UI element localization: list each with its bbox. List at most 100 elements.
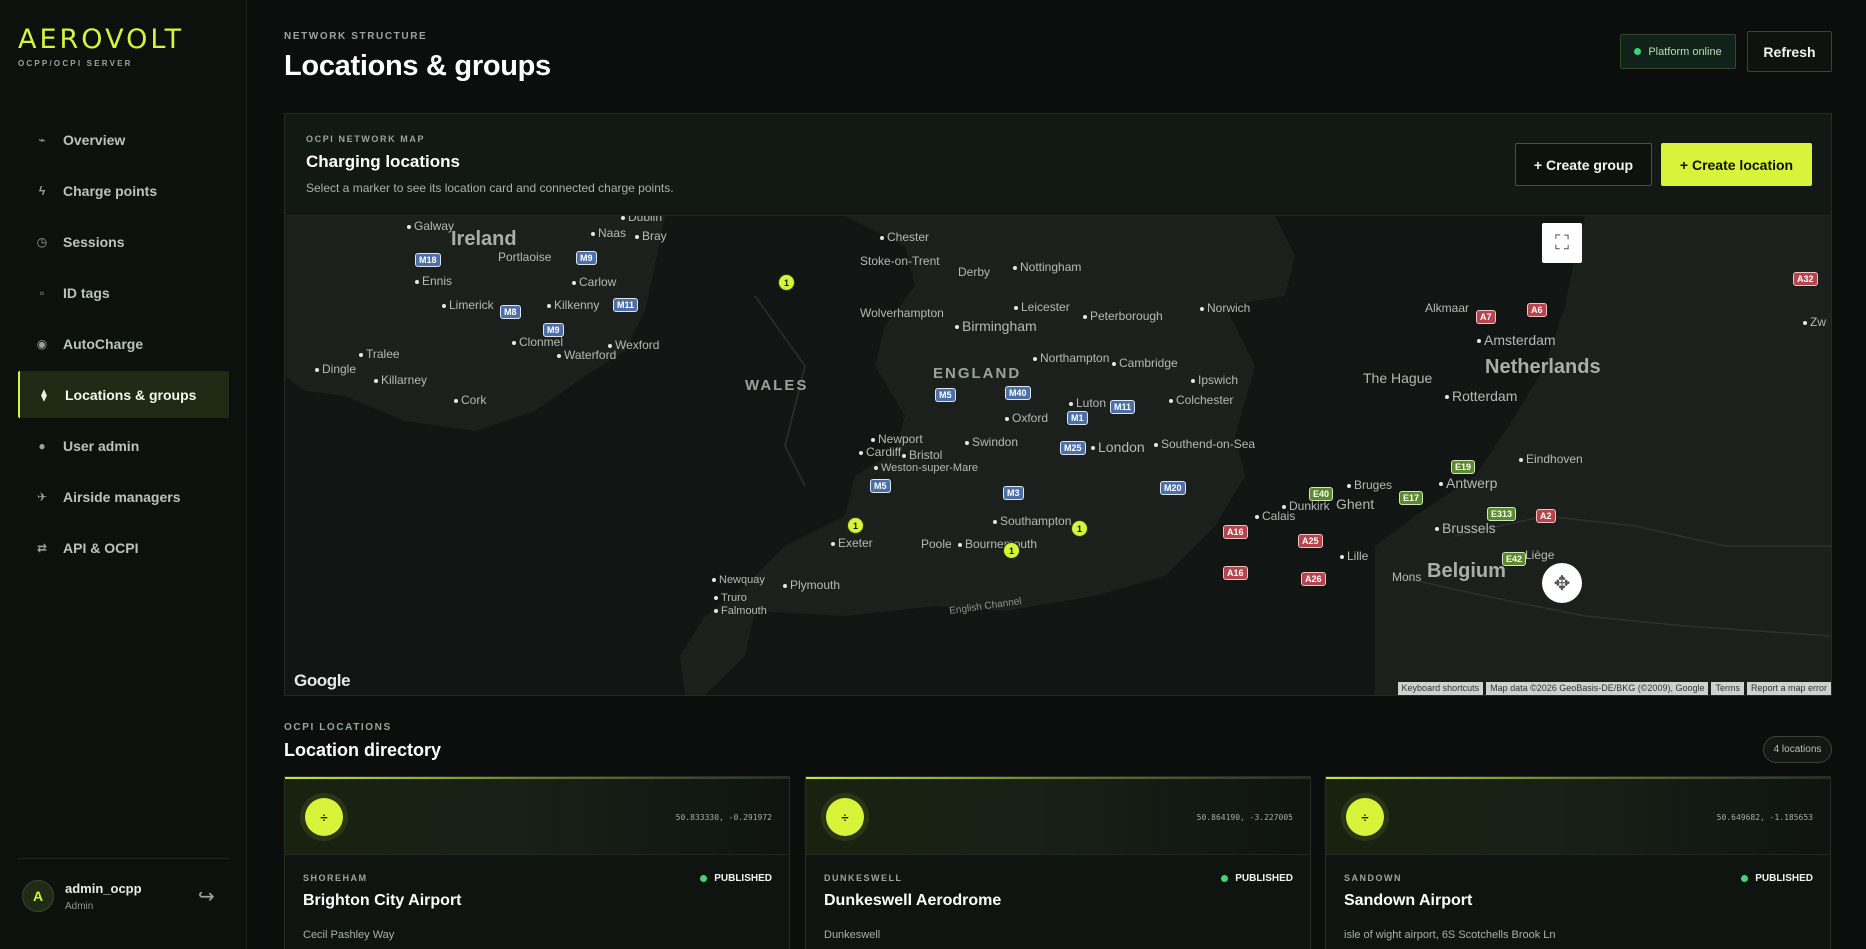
refresh-button[interactable]: Refresh (1747, 31, 1832, 72)
map-label-galway: Galway (407, 219, 454, 233)
bolt-icon: ϟ (38, 183, 46, 198)
status-dot-icon (700, 875, 708, 882)
map-label-swindon: Swindon (965, 435, 1018, 449)
sidebar-item-sessions[interactable]: ◷ Sessions (18, 218, 229, 265)
user-profile[interactable]: A admin_ocpp Admin (22, 880, 142, 912)
road-shield: A25 (1298, 534, 1323, 548)
directory-kicker: OCPI LOCATIONS (284, 722, 392, 733)
map-label-ennis: Ennis (415, 274, 452, 288)
road-shield: M25 (1060, 441, 1086, 455)
location-card-hero: ÷ 50.833330, -0.291972 (285, 779, 789, 855)
map-label-northampton: Northampton (1033, 351, 1109, 365)
sidebar-item-overview[interactable]: ⌁ Overview (18, 116, 229, 163)
map-label-amsterdam: Amsterdam (1477, 332, 1556, 348)
map-label-rotterdam: Rotterdam (1445, 388, 1517, 404)
map-label-antwerp: Antwerp (1439, 475, 1497, 491)
terms-link[interactable]: Terms (1711, 682, 1744, 695)
map-label-peterborough: Peterborough (1083, 309, 1163, 323)
map-label-birmingham: Birmingham (955, 318, 1037, 334)
map-marker[interactable]: 1 (1071, 520, 1088, 537)
sidebar-item-user-admin[interactable]: ● User admin (18, 422, 229, 469)
location-card[interactable]: ÷ 50.833330, -0.291972 SHOREHAM PUBLISHE… (284, 776, 790, 949)
map-label-alkmaar: Alkmaar (1425, 301, 1470, 315)
map-label-carlow: Carlow (572, 275, 616, 289)
map-panel-title: Charging locations (306, 152, 460, 171)
location-card[interactable]: ÷ 50.649682, -1.185653 SANDOWN PUBLISHED… (1325, 776, 1831, 949)
sidebar-item-label: AutoCharge (63, 335, 144, 352)
user-icon: ● (38, 438, 46, 453)
create-group-button[interactable]: + Create group (1515, 143, 1652, 186)
map-label-england: ENGLAND (933, 365, 1022, 382)
fullscreen-icon[interactable]: ⛶ (1542, 223, 1582, 263)
map-marker[interactable]: 1 (778, 274, 795, 291)
sidebar-item-api-ocpi[interactable]: ⇄ API & OCPI (18, 524, 229, 571)
user-divider (18, 858, 229, 859)
road-shield: M5 (935, 388, 956, 402)
sidebar-item-label: Charge points (63, 182, 158, 199)
map-label-the-hague: The Hague (1363, 370, 1433, 386)
map-label-brussels: Brussels (1435, 520, 1496, 536)
road-shield: M40 (1005, 386, 1031, 400)
map-label-bruges: Bruges (1347, 478, 1392, 492)
location-icon: ÷ (1341, 793, 1389, 841)
map-label-truro: Truro (714, 592, 747, 604)
location-card[interactable]: ÷ 50.864190, -3.227005 DUNKESWELL PUBLIS… (805, 776, 1311, 949)
map-marker[interactable]: 1 (847, 517, 864, 534)
logout-icon[interactable]: ↪ (198, 884, 215, 909)
map-attribution: Keyboard shortcuts Map data ©2026 GeoBas… (1397, 682, 1831, 695)
location-card-hero: ÷ 50.864190, -3.227005 (806, 779, 1310, 855)
location-address: isle of wight airport, 6S Scotchells Bro… (1344, 929, 1556, 941)
road-shield: A16 (1223, 525, 1248, 539)
sidebar-item-charge-points[interactable]: ϟ Charge points (18, 167, 229, 214)
map-panel-description: Select a marker to see its location card… (306, 181, 674, 195)
location-city: SHOREHAM (303, 873, 368, 883)
brand[interactable]: AEROVOLT OCPP/OCPI SERVER (18, 24, 184, 68)
create-location-button[interactable]: + Create location (1661, 143, 1812, 186)
sidebar-item-label: ID tags (63, 284, 110, 301)
map-label-belgium: Belgium (1427, 560, 1506, 582)
map-label-nottingham: Nottingham (1013, 260, 1081, 274)
location-name: Brighton City Airport (303, 892, 462, 909)
status-text: PUBLISHED (714, 873, 772, 884)
map-label-zw: Zw (1803, 315, 1826, 329)
sidebar-item-airside-managers[interactable]: ✈ Airside managers (18, 473, 229, 520)
road-shield: M3 (1003, 486, 1024, 500)
sidebar-item-autocharge[interactable]: ◉ AutoCharge (18, 320, 229, 367)
location-coordinates: 50.649682, -1.185653 (1716, 813, 1813, 822)
keyboard-shortcuts-link[interactable]: Keyboard shortcuts (1397, 682, 1484, 695)
plane-icon: ✈ (36, 489, 48, 504)
road-shield: E19 (1451, 460, 1476, 474)
sidebar-item-label: Overview (63, 131, 126, 148)
user-role: Admin (65, 900, 94, 912)
location-coordinates: 50.864190, -3.227005 (1196, 813, 1293, 822)
map-label-dingle: Dingle (315, 362, 356, 376)
road-shield: A6 (1527, 303, 1547, 317)
brand-logo: AEROVOLT (18, 24, 185, 55)
road-shield: M20 (1160, 481, 1186, 495)
location-icon: ÷ (821, 793, 869, 841)
avatar: A (22, 880, 54, 912)
map-label-newport: Newport (871, 432, 923, 446)
report-error-link[interactable]: Report a map error (1746, 682, 1831, 695)
map-panel: OCPI NETWORK MAP Charging locations Sele… (284, 113, 1832, 696)
road-shield: M1 (1067, 411, 1088, 425)
pin-icon: ⧫ (41, 387, 47, 402)
location-coordinates: 50.833330, -0.291972 (675, 813, 772, 822)
map-label-ghent: Ghent (1336, 496, 1375, 512)
map-label-ireland: Ireland (451, 228, 517, 250)
sidebar-nav: ⌁ Overview ϟ Charge points ◷ Sessions ▫ ID t… (18, 116, 229, 575)
sidebar-item-locations-groups[interactable]: ⧫ Locations & groups (18, 371, 229, 418)
location-name: Sandown Airport (1344, 892, 1473, 909)
map-label-kilkenny: Kilkenny (547, 298, 599, 312)
sidebar-item-id-tags[interactable]: ▫ ID tags (18, 269, 229, 316)
camera-control-icon[interactable]: ✥ (1542, 563, 1582, 603)
location-card-hero: ÷ 50.649682, -1.185653 (1326, 779, 1830, 855)
map-label-netherlands: Netherlands (1485, 356, 1601, 378)
map-panel-header: OCPI NETWORK MAP Charging locations Sele… (285, 114, 1831, 216)
network-map[interactable]: Ireland WALES ENGLAND Netherlands Belgiu… (285, 216, 1831, 695)
map-label-newquay: Newquay (712, 574, 765, 586)
map-marker[interactable]: 1 (1003, 542, 1020, 559)
road-shield: A32 (1793, 272, 1818, 286)
map-label-derby: Derby (958, 265, 991, 279)
clock-icon: ◷ (36, 234, 48, 249)
